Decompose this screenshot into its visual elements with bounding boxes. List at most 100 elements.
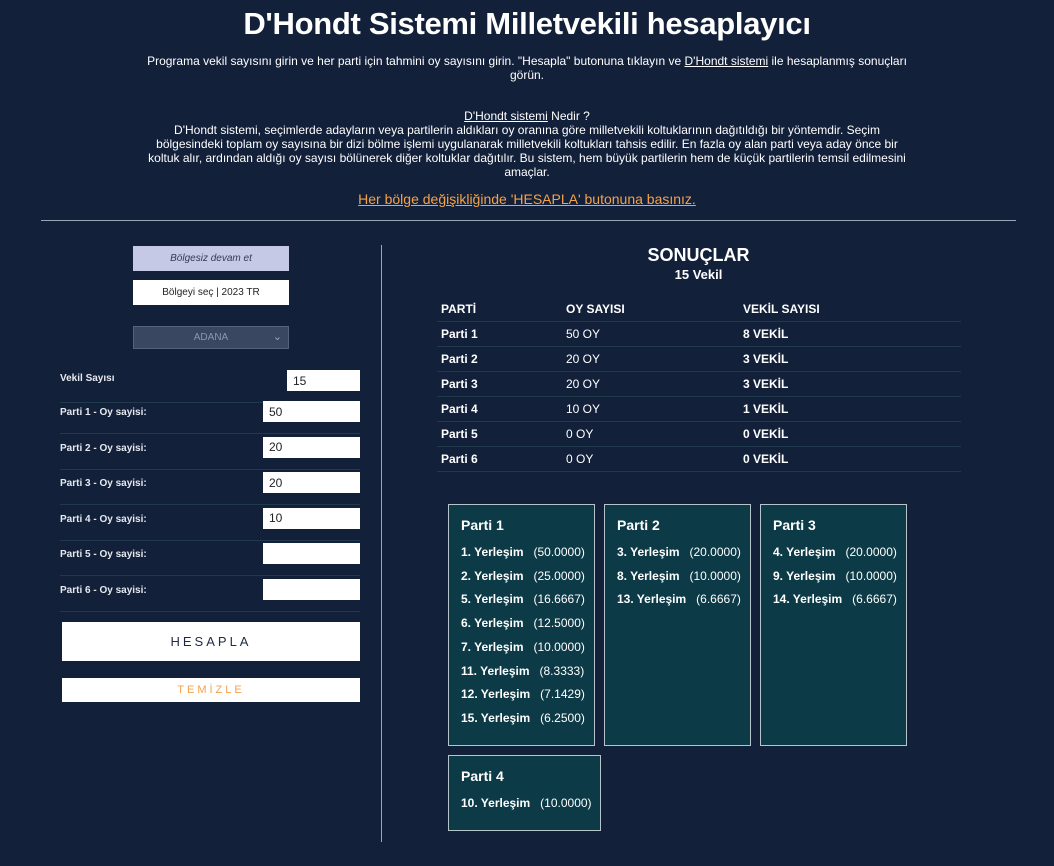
allocation-quotient: (10.0000) — [533, 639, 585, 654]
province-select[interactable]: ADANA ⌄ — [133, 326, 289, 349]
page-title: D'Hondt Sistemi Milletvekili hesaplayıcı — [243, 6, 811, 41]
seat-count-label: Vekil Sayısı — [60, 373, 115, 384]
clear-button[interactable]: TEMİZLE — [62, 678, 360, 702]
seat-count-input[interactable] — [287, 370, 360, 391]
allocation-quotient: (6.2500) — [540, 710, 585, 725]
card-title: Parti 2 — [617, 517, 660, 533]
card-title: Parti 4 — [461, 768, 504, 784]
party-2-votes-row: Parti 2 - Oy sayisi: — [60, 434, 360, 470]
allocation-quotient: (10.0000) — [845, 568, 897, 583]
allocation-quotient: (6.6667) — [696, 592, 741, 607]
votes-cell: 0 OY — [566, 427, 594, 441]
party-2-votes-label: Parti 2 - Oy sayisi: — [60, 442, 147, 454]
seats-cell: 1 VEKİL — [743, 402, 789, 416]
allocation-quotient: (7.1429) — [540, 687, 585, 702]
allocation-quotient: (50.0000) — [533, 545, 585, 559]
allocation-quotient: (20.0000) — [689, 545, 741, 559]
seats-cell: 3 VEKİL — [743, 377, 789, 391]
allocation-rank: 1. Yerleşim — [461, 545, 524, 559]
seats-cell: 8 VEKİL — [743, 327, 789, 341]
allocation-rank: 3. Yerleşim — [617, 545, 680, 559]
party-2-votes-input[interactable] — [263, 436, 360, 458]
party-allocation-card: Parti 2 3. Yerleşim (20.0000) 8. Yerleşim (1… — [604, 504, 751, 746]
allocation-quotient: (10.0000) — [540, 796, 592, 810]
results-title: SONUÇLAR — [647, 245, 750, 265]
about-heading-rest: Nedir ? — [547, 109, 590, 123]
allocation-item: 10. Yerleşim (10.0000) — [461, 796, 592, 810]
party-cell: Parti 3 — [441, 377, 478, 391]
party-5-votes-input[interactable] — [263, 543, 360, 565]
party-1-votes-label: Parti 1 - Oy sayisi: — [60, 407, 147, 418]
party-4-votes-input[interactable] — [263, 507, 360, 529]
table-row: Parti 2 20 OY 3 VEKİL — [437, 347, 961, 372]
column-divider — [381, 245, 382, 842]
table-header-row: PARTİ OY SAYISI VEKİL SAYISI — [437, 297, 961, 322]
allocation-rank: 4. Yerleşim — [773, 545, 836, 559]
about-dhondt-link[interactable]: D'Hondt sistemi — [464, 109, 548, 123]
party-cell: Parti 6 — [441, 452, 478, 466]
allocation-item: 12. Yerleşim (7.1429) — [461, 687, 585, 701]
continue-without-region-button[interactable]: Bölgesiz devam et — [133, 246, 289, 271]
allocation-quotient: (16.6667) — [533, 592, 585, 607]
allocation-rank: 15. Yerleşim — [461, 710, 531, 725]
card-title: Parti 1 — [461, 517, 504, 533]
allocation-rank: 12. Yerleşim — [461, 687, 531, 702]
party-cell: Parti 4 — [441, 402, 478, 416]
table-row: Parti 3 20 OY 3 VEKİL — [437, 372, 961, 397]
chevron-down-icon: ⌄ — [272, 331, 282, 343]
allocation-rank: 6. Yerleşim — [461, 616, 524, 631]
dhondt-link[interactable]: D'Hondt sistemi — [685, 54, 769, 68]
party-6-votes-input[interactable] — [263, 579, 360, 600]
seats-cell: 0 VEKİL — [743, 452, 789, 466]
seats-cell: 0 VEKİL — [743, 427, 789, 441]
province-select-value: ADANA — [193, 332, 229, 343]
allocation-item: 2. Yerleşim (25.0000) — [461, 569, 585, 583]
divider — [41, 220, 1016, 221]
votes-cell: 10 OY — [566, 402, 601, 416]
allocation-quotient: (6.6667) — [852, 592, 897, 607]
seats-cell: 3 VEKİL — [743, 352, 789, 366]
allocation-rank: 14. Yerleşim — [773, 592, 843, 607]
party-allocation-card: Parti 4 10. Yerleşim (10.0000) — [448, 755, 601, 831]
calculate-button[interactable]: HESAPLA — [62, 622, 360, 661]
intro-text: Programa vekil sayısını girin ve her par… — [147, 54, 907, 82]
party-cell: Parti 2 — [441, 352, 478, 366]
warning-link[interactable]: Her bölge değişikliğinde 'HESAPLA' buton… — [0, 191, 1054, 207]
allocation-rank: 8. Yerleşim — [617, 568, 680, 583]
allocation-rank: 9. Yerleşim — [773, 568, 836, 583]
party-1-votes-input[interactable] — [263, 401, 360, 422]
party-1-votes-row: Parti 1 - Oy sayisi: — [60, 398, 360, 434]
about-section: D'Hondt sistemi Nedir ? D'Hondt sistemi,… — [147, 109, 907, 179]
party-5-votes-label: Parti 5 - Oy sayisi: — [60, 549, 147, 561]
header-votes: OY SAYISI — [566, 302, 625, 316]
party-allocation-card: Parti 1 1. Yerleşim (50.0000) 2. Yerleşim (2… — [448, 504, 595, 746]
party-allocation-card: Parti 3 4. Yerleşim (20.0000) 9. Yerleşim (1… — [760, 504, 907, 746]
allocation-item: 14. Yerleşim (6.6667) — [773, 592, 897, 606]
table-row: Parti 6 0 OY 0 VEKİL — [437, 447, 961, 472]
about-heading: D'Hondt sistemi Nedir ? — [147, 109, 907, 123]
votes-cell: 20 OY — [566, 352, 601, 366]
party-3-votes-input[interactable] — [263, 472, 360, 494]
allocation-item: 11. Yerleşim (8.3333) — [461, 664, 584, 678]
allocation-item: 4. Yerleşim (20.0000) — [773, 545, 897, 559]
allocation-item: 7. Yerleşim (10.0000) — [461, 640, 585, 654]
table-row: Parti 4 10 OY 1 VEKİL — [437, 397, 961, 422]
allocation-item: 15. Yerleşim (6.2500) — [461, 711, 585, 725]
party-5-votes-row: Parti 5 - Oy sayisi: — [60, 540, 360, 577]
allocation-item: 1. Yerleşim (50.0000) — [461, 545, 585, 559]
party-6-votes-row: Parti 6 - Oy sayisi: — [60, 576, 360, 612]
select-region-button[interactable]: Bölgeyi seç | 2023 TR — [133, 280, 289, 305]
about-text: D'Hondt sistemi, seçimlerde adayların ve… — [148, 123, 906, 179]
header-party: PARTİ — [441, 302, 477, 316]
card-title: Parti 3 — [773, 517, 816, 533]
party-cell: Parti 5 — [441, 427, 478, 441]
allocation-item: 5. Yerleşim (16.6667) — [461, 592, 585, 606]
allocation-quotient: (20.0000) — [845, 545, 897, 559]
allocation-rank: 10. Yerleşim — [461, 796, 531, 810]
allocation-quotient: (25.0000) — [533, 568, 585, 583]
results-subtitle: 15 Vekil — [674, 267, 723, 282]
header-seats: VEKİL SAYISI — [743, 302, 820, 316]
allocation-rank: 5. Yerleşim — [461, 592, 524, 607]
party-4-votes-row: Parti 4 - Oy sayisi: — [60, 505, 360, 541]
results-table: PARTİ OY SAYISI VEKİL SAYISI Parti 1 50 O… — [437, 297, 961, 472]
